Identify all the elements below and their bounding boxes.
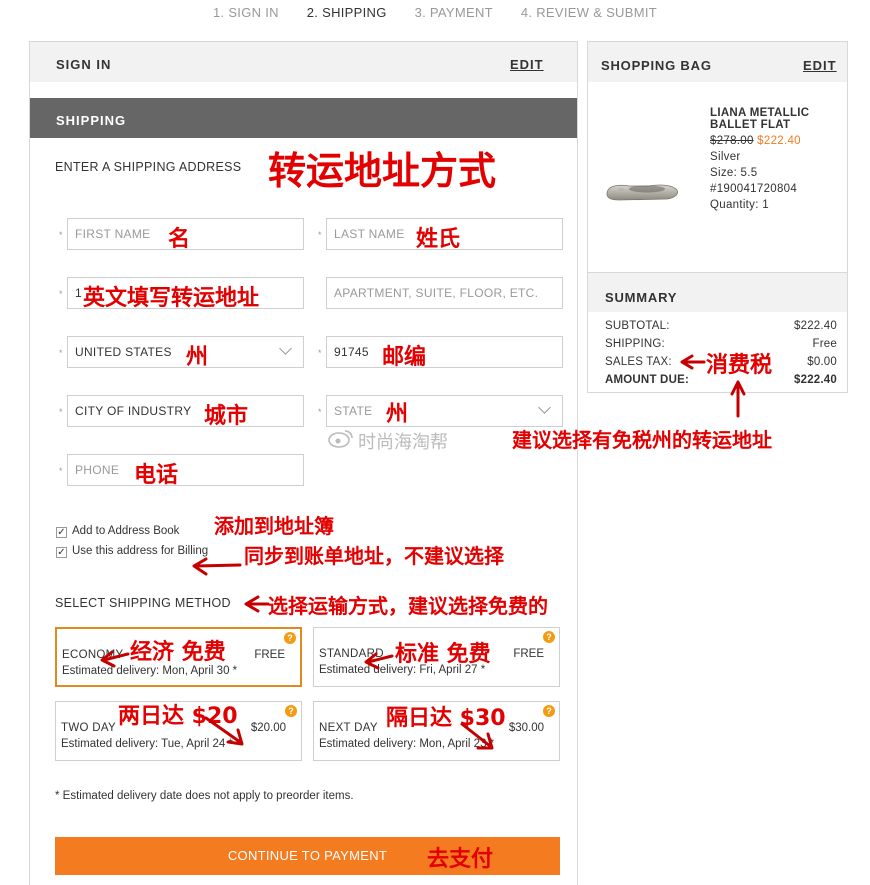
arrow-icon <box>204 716 244 746</box>
arrow-icon <box>100 650 130 668</box>
arrow-icon <box>244 595 270 613</box>
arrow-icon <box>680 354 706 370</box>
arrow-icon <box>192 557 242 576</box>
arrow-icon <box>364 652 394 670</box>
annotation-arrows <box>100 354 746 750</box>
arrow-icon <box>460 722 494 750</box>
arrow-icon <box>730 380 746 418</box>
